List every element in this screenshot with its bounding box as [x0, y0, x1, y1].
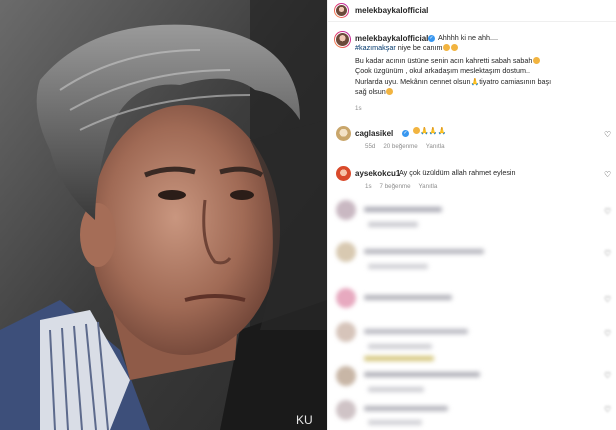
comment-username[interactable]: aysekokcu1: [355, 169, 400, 178]
reply-link[interactable]: Yanıtla: [419, 183, 438, 190]
commenter-avatar[interactable]: [336, 166, 351, 181]
verified-badge-icon: ✓: [402, 129, 409, 137]
post-photo[interactable]: KU: [0, 0, 327, 430]
caption-line-6: sağ olsun: [355, 87, 394, 96]
comment-text: Ay çok üzüldüm allah rahmet eylesin: [399, 168, 516, 177]
like-heart-icon[interactable]: ♡: [604, 171, 611, 179]
caption-line-2: #kazımakşar niye be canım: [355, 43, 459, 52]
praying-hands-emoji-icon: 🙏: [437, 128, 447, 135]
blurred-comment: ♡: [328, 240, 616, 280]
post-header: melekbaykalofficial: [328, 0, 616, 22]
blurred-comment: ♡: [328, 362, 616, 402]
hashtag-link[interactable]: #kazımakşar: [355, 43, 396, 52]
crying-face-emoji-icon: [532, 57, 540, 64]
comment-emojis: 🙏🙏🙏: [412, 127, 446, 135]
watermark-text: KU: [296, 413, 313, 427]
praying-hands-emoji-icon: 🙏: [470, 79, 480, 86]
comment-time[interactable]: 55d: [365, 143, 375, 150]
blurred-comment: ♡: [328, 282, 616, 322]
reply-link[interactable]: Yanıtla: [426, 143, 445, 150]
comment-likes[interactable]: 7 beğenme: [380, 183, 411, 190]
comment-username[interactable]: caglasikel: [355, 129, 393, 138]
comment-time[interactable]: 1s: [365, 183, 372, 190]
caption-timestamp[interactable]: 1s: [355, 105, 362, 112]
sad-face-emoji-icon: [386, 88, 394, 95]
caption-line-1: Ahhhh ki ne ahh....: [438, 33, 498, 42]
caption-author-username[interactable]: melekbaykalofficial: [355, 34, 428, 43]
caption-line-4: Çook üzgünüm , okul arkadaşım meslektaşı…: [355, 66, 530, 75]
blurred-comment: ♡: [328, 198, 616, 238]
sad-face-emoji-icon: [412, 127, 420, 134]
comment-meta: 1s 7 beğenme Yanıtla: [365, 183, 445, 190]
sad-face-emoji-icon: [443, 44, 450, 51]
post-author-username[interactable]: melekbaykalofficial: [355, 6, 428, 15]
commenter-avatar[interactable]: [336, 126, 351, 141]
like-heart-icon[interactable]: ♡: [604, 131, 611, 139]
comment-meta: 55d 20 beğenme Yanıtla: [365, 143, 453, 150]
verified-badge-icon: ✓: [428, 34, 435, 42]
comment-likes[interactable]: 20 beğenme: [383, 143, 417, 150]
caption-line-5: Nurlarda uyu. Mekânın cennet olsun🙏tiyat…: [355, 77, 552, 86]
portrait-image: KU: [0, 0, 327, 430]
author-avatar[interactable]: [334, 3, 349, 18]
praying-hands-emoji-icon: 🙏: [420, 128, 429, 135]
blurred-comment: ♡: [328, 398, 616, 430]
sad-face-emoji-icon: [451, 44, 458, 51]
caption-author-avatar[interactable]: [334, 31, 351, 48]
post-detail-panel: melekbaykalofficial melekbaykalofficial …: [327, 0, 616, 430]
caption-line-3: Bu kadar acının üstüne senin acın kahret…: [355, 56, 540, 65]
